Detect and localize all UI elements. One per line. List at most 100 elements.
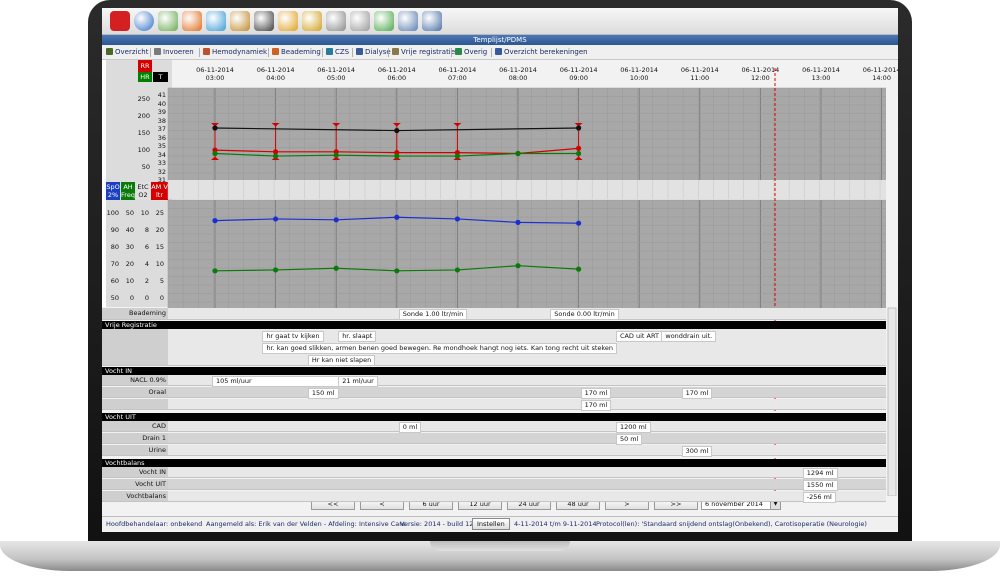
menu-overzicht-berekeningen[interactable]: Overzicht berekeningen bbox=[495, 48, 588, 56]
table-cell[interactable]: 50 ml bbox=[615, 434, 643, 445]
table-cell[interactable]: Sonde 0.00 ltr/min bbox=[550, 309, 619, 320]
menu-overzicht[interactable]: Overzicht bbox=[106, 48, 149, 56]
rr-green-point bbox=[273, 153, 279, 159]
section-vocht-in: Vocht IN bbox=[102, 367, 886, 375]
monitor-icon[interactable] bbox=[254, 11, 274, 31]
doctor-icon[interactable] bbox=[278, 11, 298, 31]
resp-tick: 50 bbox=[125, 209, 134, 217]
table-row bbox=[102, 308, 886, 320]
rr-green-point bbox=[576, 150, 582, 157]
time-column-label: 06-11-2014 13:00 bbox=[802, 66, 840, 82]
menu-label: Dialyse bbox=[365, 48, 391, 56]
table-row-label-bg bbox=[102, 399, 168, 410]
table-cell[interactable]: 300 ml bbox=[681, 446, 713, 457]
row-label: NACL 0.9% bbox=[130, 376, 166, 384]
section-vrije-registratie: Vrije Registratie bbox=[102, 321, 886, 329]
menu-separator bbox=[352, 48, 353, 57]
rr-green-point bbox=[212, 150, 218, 157]
section-vocht-uit: Vocht UIT bbox=[102, 413, 886, 421]
table-cell[interactable]: Sonde 1.00 ltr/min bbox=[398, 309, 468, 320]
time-column-label: 06-11-2014 12:00 bbox=[741, 66, 780, 82]
table-row bbox=[102, 479, 886, 490]
refresh-icon[interactable] bbox=[206, 11, 226, 31]
resp-tick: 8 bbox=[144, 226, 149, 234]
table-row bbox=[102, 445, 886, 456]
table-cell[interactable]: 0 ml bbox=[398, 422, 422, 433]
menu-dialyse[interactable]: Dialyse bbox=[356, 48, 391, 56]
menu-bar: Overzicht Invoeren Hemodynamiek Beademing CZ… bbox=[102, 45, 898, 60]
table-cell[interactable]: 1200 ml bbox=[615, 422, 651, 433]
overview-icon bbox=[106, 48, 113, 55]
hr-point bbox=[212, 125, 218, 131]
t-tick: 40 bbox=[157, 99, 166, 108]
time-column-label: 06-11-2014 06:00 bbox=[377, 66, 416, 82]
document-green-icon[interactable] bbox=[374, 11, 394, 31]
menu-vrije-registratie[interactable]: Vrije registratie bbox=[392, 48, 455, 56]
menu-label: Overzicht bbox=[115, 48, 149, 56]
instellen-button[interactable]: Instellen bbox=[472, 518, 510, 530]
user-info-icon[interactable] bbox=[302, 11, 322, 31]
laptop-notch bbox=[430, 541, 570, 551]
table-cell[interactable]: 21 ml/uur bbox=[338, 376, 378, 387]
table-row bbox=[102, 491, 886, 502]
book-icon[interactable] bbox=[182, 11, 202, 31]
table-cell[interactable]: hr. slaapt bbox=[338, 331, 377, 342]
row-label: Vocht IN bbox=[138, 468, 166, 476]
power-icon[interactable] bbox=[110, 11, 130, 31]
calculator-icon[interactable] bbox=[422, 11, 442, 31]
hr-point bbox=[576, 125, 582, 131]
kidney-icon bbox=[356, 48, 363, 55]
row-label: Vocht UIT bbox=[135, 480, 166, 488]
time-column-label: 06-11-2014 07:00 bbox=[438, 66, 477, 82]
user-card-icon[interactable] bbox=[230, 11, 250, 31]
table-cell[interactable]: 170 ml bbox=[580, 388, 612, 399]
table-cell[interactable]: hr. kan goed slikken, armen benen goed b… bbox=[262, 343, 618, 354]
time-column-label: 06-11-2014 04:00 bbox=[256, 66, 295, 82]
resp-green-point bbox=[394, 268, 400, 274]
rr-green-point bbox=[454, 153, 460, 159]
row-label: Urine bbox=[148, 446, 166, 454]
balance-value: 1294 ml bbox=[802, 468, 838, 479]
t-tick: 31 bbox=[157, 176, 166, 184]
menu-invoeren[interactable]: Invoeren bbox=[154, 48, 194, 56]
t-tick: 35 bbox=[157, 142, 166, 150]
time-column-label: 06-11-2014 08:00 bbox=[499, 66, 537, 82]
table-cell[interactable]: 150 ml bbox=[307, 388, 339, 399]
resp-tick: 4 bbox=[144, 260, 149, 268]
menu-hemodynamiek[interactable]: Hemodynamiek bbox=[203, 48, 267, 56]
hr-tick: 150 bbox=[137, 129, 150, 137]
spo2-point bbox=[454, 216, 460, 222]
table-cell[interactable]: wonddrain uit. bbox=[661, 331, 717, 342]
rr-header: RR bbox=[140, 62, 150, 70]
resp-green-point bbox=[333, 265, 339, 271]
app-window: Templijst/PDMS Overzicht Invoeren Hemodyna… bbox=[102, 8, 898, 532]
menu-overig[interactable]: Overig bbox=[455, 48, 487, 56]
resp-tick: 100 bbox=[106, 209, 119, 217]
tools-icon[interactable] bbox=[326, 11, 346, 31]
status-versie: Versie: 2014 - build 12 bbox=[400, 520, 474, 528]
menu-beademing[interactable]: Beademing bbox=[272, 48, 321, 56]
info-icon[interactable] bbox=[134, 11, 154, 31]
t-header: T bbox=[158, 73, 163, 81]
network-icon[interactable] bbox=[398, 11, 418, 31]
table-cell[interactable]: hr gaat tv kijken bbox=[262, 331, 324, 342]
menu-label: CZS bbox=[335, 48, 350, 56]
resp-tick: 5 bbox=[159, 277, 164, 285]
status-bar: Hoofdbehandelaar: onbekend Aangemeld als… bbox=[102, 516, 898, 530]
table-cell[interactable]: 170 ml bbox=[580, 400, 612, 411]
paperclip-icon[interactable] bbox=[350, 11, 370, 31]
resp-tick: 20 bbox=[125, 260, 134, 268]
person-walking-icon[interactable] bbox=[158, 11, 178, 31]
resp-tick: 10 bbox=[140, 209, 149, 217]
spo2-point bbox=[273, 216, 279, 222]
time-column-label: 06-11-2014 11:00 bbox=[680, 66, 719, 82]
section-vochtbalans: Vochtbalans bbox=[102, 459, 886, 467]
table-cell[interactable]: 170 ml bbox=[681, 388, 713, 399]
resp-tick: 40 bbox=[125, 226, 134, 234]
table-cell[interactable]: Hr kan niet slapen bbox=[307, 355, 376, 366]
hr-point bbox=[394, 127, 400, 134]
hr-tick: 250 bbox=[137, 95, 150, 103]
menu-czs[interactable]: CZS bbox=[326, 48, 349, 56]
resp-tick: 10 bbox=[125, 277, 134, 285]
spo2-header: SpO 2% bbox=[106, 183, 120, 199]
